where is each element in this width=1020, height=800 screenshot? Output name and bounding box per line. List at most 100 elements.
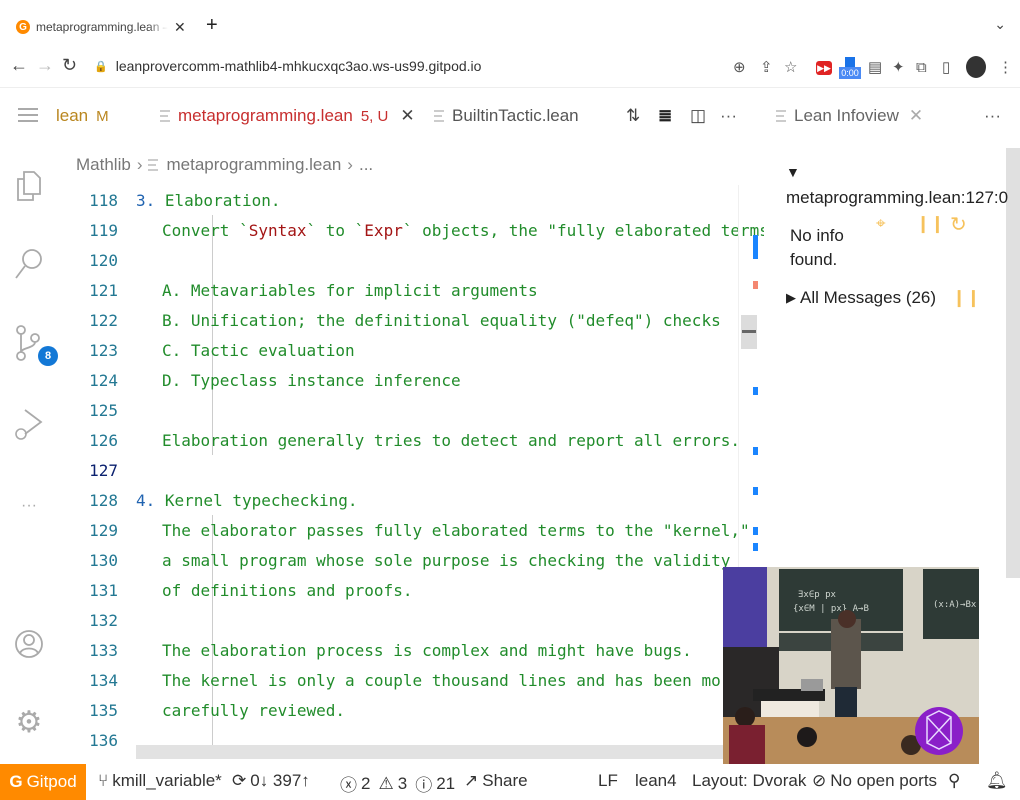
menu-hamburger-icon[interactable] (18, 108, 38, 122)
code-line[interactable]: 119 Convert `Syntax` to `Expr` objects, t… (58, 215, 788, 245)
comment-text: ` to ` (306, 220, 365, 240)
url-field[interactable]: 🔒 leanprovercomm-mathlib4-mhkucxqc3ao.ws… (94, 58, 481, 74)
bookmark-star-icon[interactable]: ☆ (784, 57, 797, 77)
pin-icon[interactable]: ⌖ (876, 214, 886, 234)
feedback-icon[interactable]: ⚲ (948, 771, 960, 791)
ports-status[interactable]: ⊘ No open ports (812, 771, 937, 791)
timer-extension-icon[interactable]: 0:00 (839, 54, 861, 82)
keyboard-layout-status[interactable]: Layout: Dvorak (692, 771, 806, 791)
code-line[interactable]: 130 a small program whose sole purpose is… (58, 545, 738, 575)
gitpod-button[interactable]: G Gitpod (0, 764, 86, 800)
panel-more-actions-icon[interactable]: ··· (984, 106, 1001, 126)
file-lines-icon (434, 110, 444, 122)
browser-tab[interactable]: G metaprogramming.lean — mathlib4 ✕ (8, 12, 198, 42)
code-text: The elaboration process is complex and m… (162, 640, 692, 660)
code-line[interactable]: 129 The elaborator passes fully elaborate… (58, 515, 750, 545)
code-line[interactable]: 124 D. Typeclass instance inference (58, 365, 738, 395)
line-number: 135 (89, 700, 118, 720)
comment-text: Convert ` (162, 220, 249, 240)
account-icon[interactable] (12, 624, 46, 664)
comment-text: ` objects, the "fully elaborated terms." (402, 220, 789, 240)
collapse-triangle-icon[interactable]: ▼ (786, 164, 800, 180)
horizontal-scrollbar[interactable] (136, 745, 736, 759)
sync-status[interactable]: ⟳ 0↓ 397↑ (232, 771, 310, 791)
language-status[interactable]: lean4 (635, 771, 677, 791)
code-text: The elaborator passes fully elaborated t… (162, 520, 750, 540)
forward-arrow-icon[interactable]: → (36, 55, 54, 76)
video-speed-extension-icon[interactable]: ▶▶ (816, 61, 832, 75)
code-line[interactable]: 118 3. Elaboration. (58, 185, 738, 215)
line-number: 124 (89, 370, 118, 390)
browser-menu-icon[interactable]: ⋮ (998, 57, 1013, 77)
tab-builtintactic[interactable]: BuiltinTactic.lean (434, 106, 579, 126)
reader-extension-icon[interactable]: ▤ (868, 57, 882, 77)
code-line[interactable]: 131 of definitions and proofs. (58, 575, 738, 605)
settings-gear-icon[interactable]: ⚙ (12, 702, 46, 742)
pause-icon[interactable]: ❙❙ (916, 214, 945, 234)
code-line[interactable]: 128 4. Kernel typechecking. (58, 485, 738, 515)
compare-changes-icon[interactable]: ⇅ (626, 106, 640, 126)
more-views-icon[interactable]: ··· (12, 486, 46, 526)
branch-status[interactable]: ⑂ kmill_variable* (98, 771, 222, 791)
close-tab-icon[interactable]: ✕ (174, 19, 186, 36)
ruler-change-mark (753, 235, 758, 259)
side-panel-icon[interactable]: ▯ (942, 57, 950, 77)
code-line[interactable]: 125 (58, 395, 738, 425)
code-line[interactable]: 133 The elaboration process is complex an… (58, 635, 738, 665)
close-tab-icon[interactable]: ✕ (909, 106, 923, 126)
breadcrumb-item-symbols[interactable]: ... (359, 155, 373, 175)
run-debug-icon[interactable] (12, 404, 46, 444)
code-editor[interactable]: 118 3. Elaboration. 119 Convert `Syntax` to… (58, 185, 788, 759)
tab-lean-infoview[interactable]: Lean Infoview ✕ (776, 106, 923, 126)
extensions-puzzle-icon[interactable]: ✦ (892, 57, 905, 77)
code-line[interactable]: 123 C. Tactic evaluation (58, 335, 738, 365)
zoom-icon[interactable]: ⊕ (733, 57, 746, 77)
reload-icon[interactable]: ↻ (62, 55, 77, 76)
code-line[interactable]: 135 carefully reviewed. (58, 695, 738, 725)
code-identifier: Expr (364, 220, 403, 240)
share-button[interactable]: ↗ Share (464, 771, 528, 791)
tab-search-chevron-icon[interactable]: ⌄ (994, 16, 1006, 33)
chevron-right-icon: › (136, 155, 143, 174)
breadcrumb-item-file[interactable]: metaprogramming.lean (166, 155, 341, 175)
code-identifier: Syntax (248, 220, 307, 240)
new-tab-button[interactable]: + (206, 14, 218, 37)
back-arrow-icon[interactable]: ← (10, 55, 28, 76)
notifications-bell-icon[interactable]: 🔔︎ (986, 771, 1008, 791)
infoview-scrollbar[interactable] (1006, 148, 1020, 578)
explorer-files-icon[interactable] (12, 166, 46, 206)
ruler-change-mark (753, 543, 758, 551)
line-number: 123 (89, 340, 118, 360)
scroll-slider[interactable] (741, 315, 757, 349)
code-line[interactable]: 132 (58, 605, 738, 635)
expand-triangle-icon[interactable]: ▶ (786, 290, 796, 306)
line-number: 125 (89, 400, 118, 420)
lecture-video-overlay[interactable]: ∃x∈p px {x∈M | px} A→B (x:A)→Bx (723, 567, 979, 765)
breadcrumb-item-mathlib[interactable]: Mathlib (76, 155, 131, 175)
share-icon[interactable]: ⇪ (760, 57, 773, 77)
tab-folder-lean[interactable]: lean M (56, 106, 109, 126)
eol-status[interactable]: LF (598, 771, 618, 791)
refresh-icon[interactable]: ↻ (950, 212, 967, 237)
code-line[interactable]: 121 A. Metavariables for implicit argumen… (58, 275, 738, 305)
tab-label: BuiltinTactic.lean (452, 106, 579, 125)
cast-icon[interactable]: ⧉ (916, 57, 927, 77)
code-line[interactable]: 134 The kernel is only a couple thousand … (58, 665, 740, 695)
profile-avatar[interactable] (966, 56, 986, 78)
code-line[interactable]: 126 Elaboration generally tries to detect… (58, 425, 740, 455)
more-actions-icon[interactable]: ··· (720, 106, 737, 126)
code-line[interactable]: 120 (58, 245, 738, 275)
all-messages-label[interactable]: All Messages (26) (800, 288, 936, 308)
pause-messages-icon[interactable]: ❙❙ (952, 288, 981, 308)
lean-infoview-toggle-icon[interactable]: ≣ (658, 106, 672, 126)
code-line[interactable]: 127 (58, 455, 738, 485)
close-tab-icon[interactable]: ✕ (400, 106, 414, 126)
source-control-icon[interactable]: 8 (12, 324, 58, 366)
problems-status[interactable]: ⓧ 2 ⚠ 3 ⓘ 21 (340, 771, 455, 796)
search-icon[interactable] (12, 244, 46, 284)
tab-metaprogramming[interactable]: metaprogramming.lean 5, U ✕ (160, 106, 415, 126)
speaker (831, 619, 861, 689)
tab-badge: M (96, 107, 109, 125)
code-line[interactable]: 122 B. Unification; the definitional equa… (58, 305, 738, 335)
split-editor-icon[interactable]: ◫ (690, 106, 706, 126)
